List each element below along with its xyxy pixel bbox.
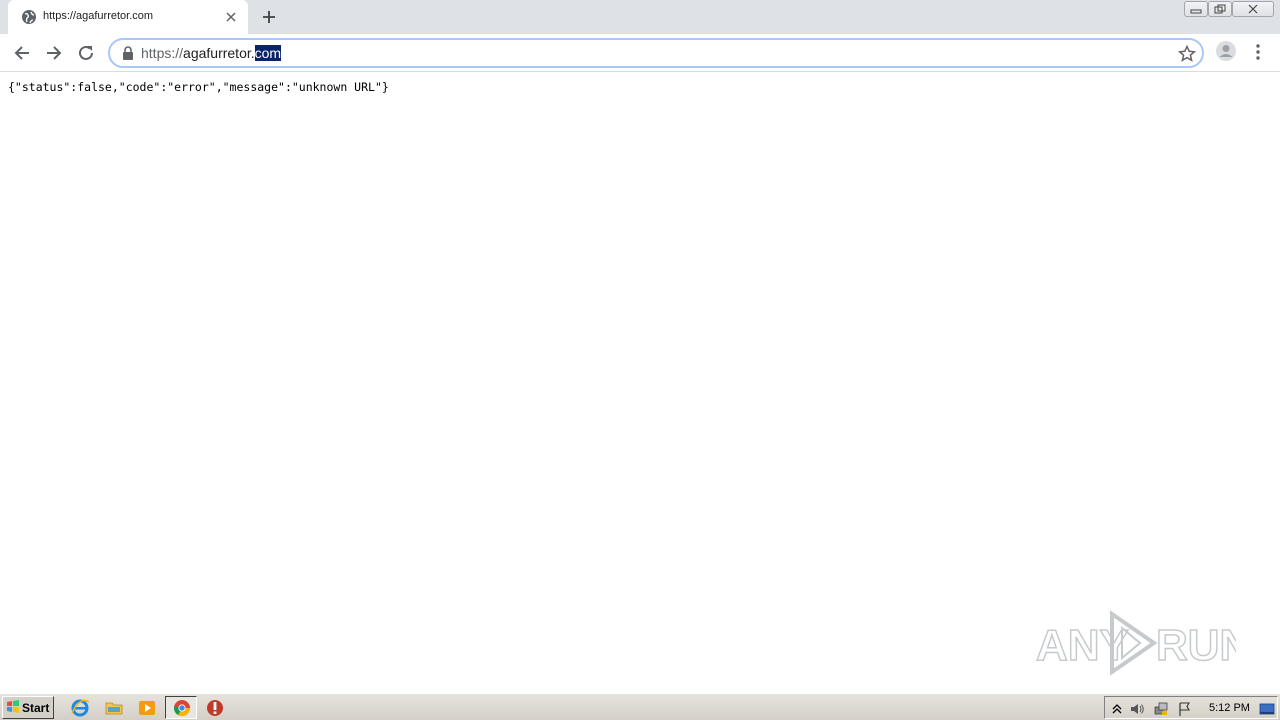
stop-icon[interactable] [205,698,225,718]
close-icon [1248,4,1258,14]
close-tab-icon[interactable] [223,9,239,25]
start-label: Start [22,701,50,715]
back-icon[interactable] [11,42,33,64]
url-text[interactable]: https://agafurretor.com [141,45,282,61]
json-response-text: {"status":false,"code":"error","message"… [8,80,389,94]
globe-icon [22,10,36,24]
page-content: {"status":false,"code":"error","message"… [0,73,1280,693]
windows-taskbar: Start 5:12 PM [0,693,1280,720]
lock-icon[interactable] [122,46,134,60]
system-tray: 5:12 PM [1104,696,1278,719]
minimize-icon [1190,9,1202,14]
browser-tab[interactable]: https://agafurretor.com [8,0,248,34]
tab-title: https://agafurretor.com [43,10,154,22]
start-button[interactable]: Start [2,696,54,719]
profile-avatar-icon[interactable] [1215,40,1237,62]
forward-icon[interactable] [43,42,65,64]
url-selected-text: com [254,45,282,61]
volume-icon[interactable] [1129,701,1145,717]
close-window-button[interactable] [1232,1,1274,17]
network-icon[interactable] [1153,701,1169,717]
clock-text[interactable]: 5:12 PM [1209,702,1250,714]
minimize-button[interactable] [1184,1,1208,17]
windows-flag-icon [7,700,19,713]
restore-button[interactable] [1208,1,1232,17]
menu-dots-icon[interactable] [1250,42,1266,62]
action-center-flag-icon[interactable] [1177,701,1193,717]
new-tab-button[interactable] [258,7,280,27]
tab-strip: https://agafurretor.com [0,0,1280,34]
svg-text:ANY: ANY [1036,621,1129,670]
chrome-taskbar-button[interactable] [165,696,197,719]
folder-icon[interactable] [104,698,124,718]
bookmark-star-icon[interactable] [1178,45,1196,63]
chrome-icon [173,700,191,717]
restore-icon [1214,4,1226,14]
media-player-icon[interactable] [137,698,157,718]
address-bar[interactable]: https://agafurretor.com [108,38,1204,68]
url-scheme: https:// [141,45,184,61]
browser-toolbar: https://agafurretor.com [0,34,1280,72]
internet-explorer-icon[interactable] [70,698,90,718]
url-host: agafurretor. [183,45,255,61]
show-desktop-icon[interactable] [1259,701,1275,717]
show-hidden-icons-icon[interactable] [1109,701,1125,717]
reload-icon[interactable] [75,42,97,64]
anyrun-watermark-logo: ANY RUN [1036,610,1236,676]
svg-text:RUN: RUN [1156,621,1236,670]
